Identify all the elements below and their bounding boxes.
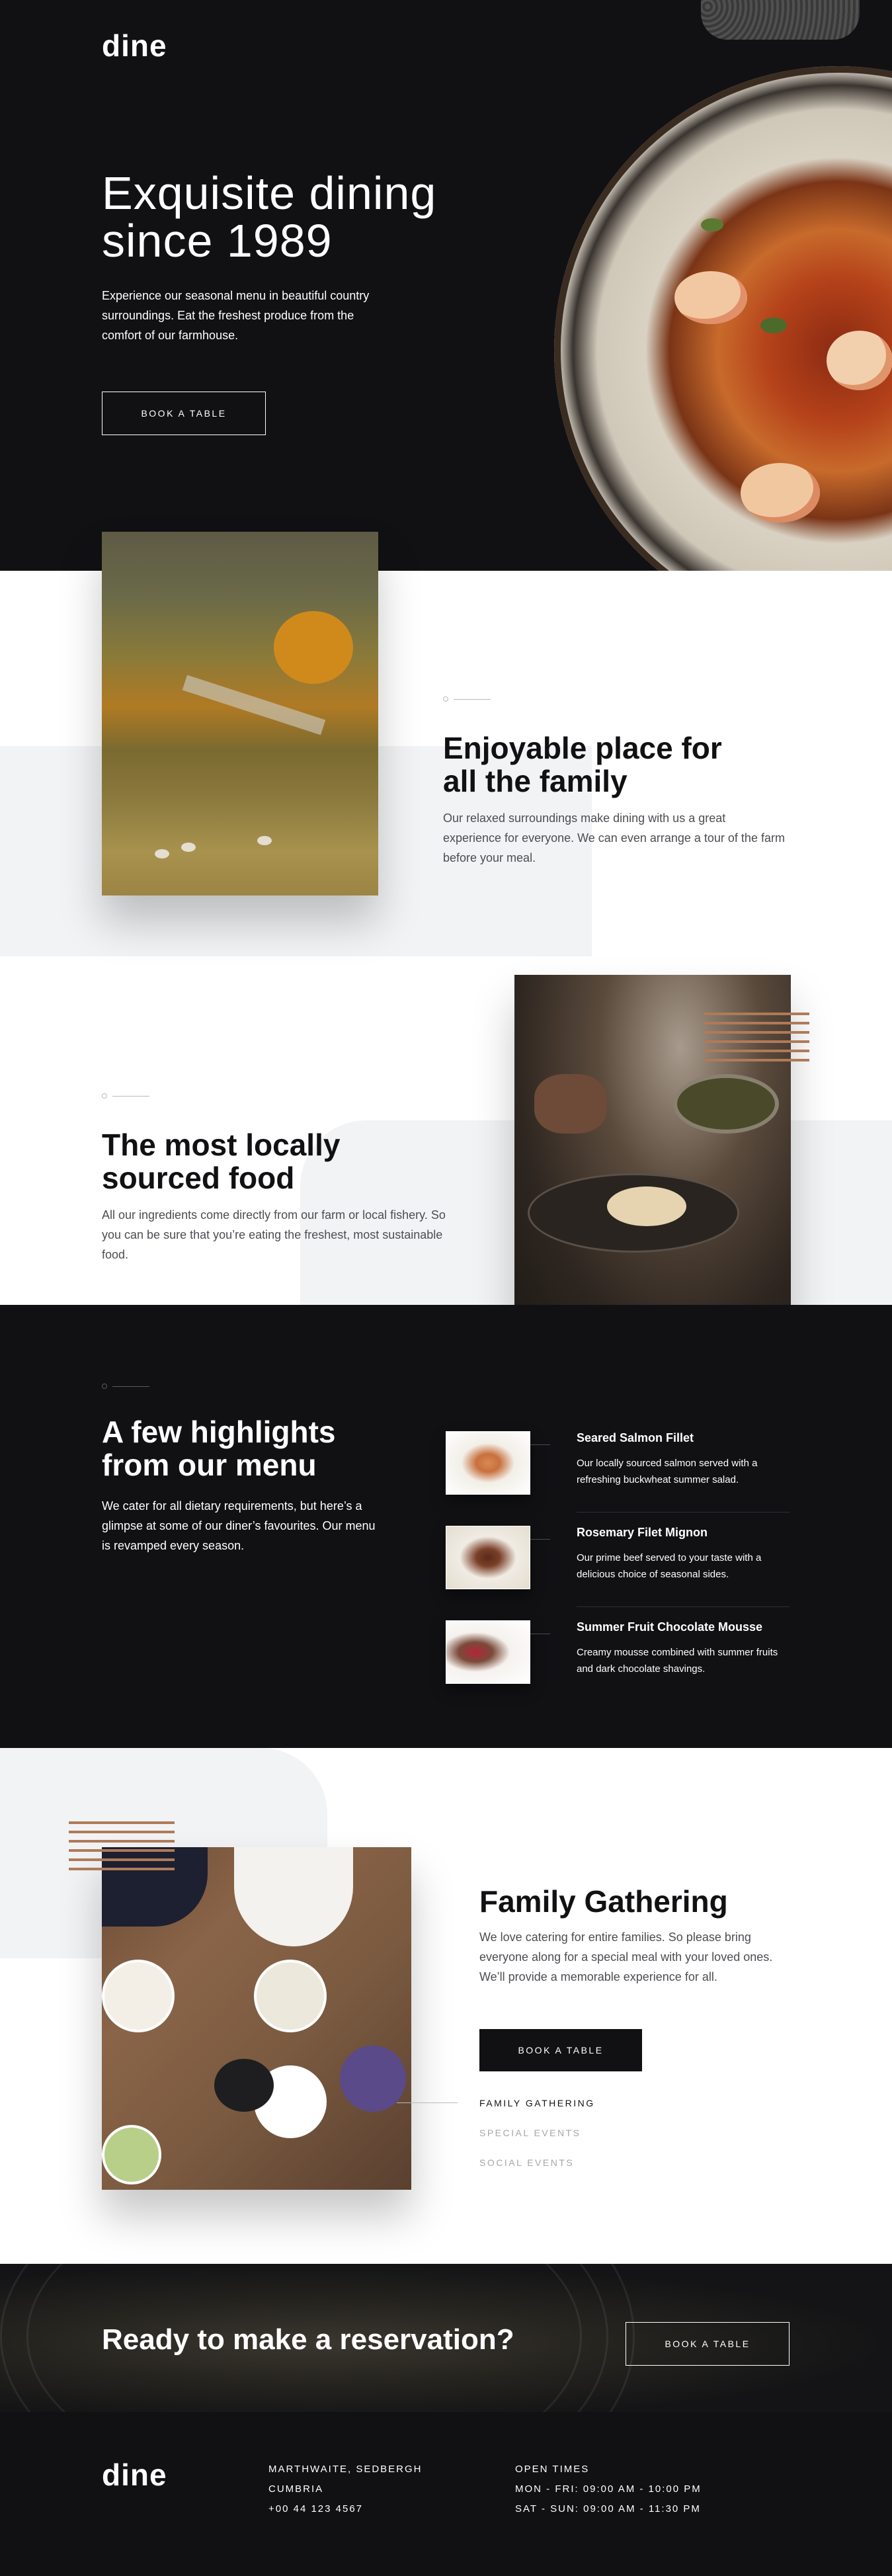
hero-description: Experience our seasonal menu in beautifu… [102,289,370,342]
salmon-thumbnail [446,1431,530,1495]
tab-special-events[interactable]: SPECIAL EVENTS [479,2128,581,2138]
footer-logo[interactable]: dine [102,2457,167,2493]
menu-item-description: Our prime beef served to your taste with… [577,1552,762,1580]
active-tab-indicator [397,2102,458,2103]
hero-title: Exquisite dining since 1989 [102,167,437,267]
decorative-line [112,1386,149,1387]
logo[interactable]: dine [102,28,167,63]
reservation-title: Ready to make a reservation? [102,2323,514,2356]
hero-section: dine Exquisite dining since 1989 Experie… [0,0,892,571]
menu-item[interactable]: Seared Salmon Fillet Our locally sourced… [446,1431,790,1517]
events-book-table-button[interactable]: BOOK A TABLE [479,2029,642,2071]
feature-title-local-food: The most locally sourced food [102,1128,341,1195]
menu-item-divider [577,1512,790,1513]
sheep [155,849,169,858]
shrimp-image [674,271,747,324]
stream [182,675,326,735]
decorative-dot [443,696,448,702]
dish-food [607,1186,686,1226]
events-title: Family Gathering [479,1884,728,1919]
menu-item-divider [577,1606,790,1607]
footer-hours: OPEN TIMES MON - FRI: 09:00 AM - 10:00 P… [515,2460,702,2519]
plate [102,1960,175,2032]
events-description: We love catering for entire families. So… [479,1931,773,1983]
feature-title-family: Enjoyable place for all the family [443,731,722,798]
decorative-line [454,699,491,700]
filet-mignon-thumbnail [446,1526,530,1589]
feature-description-family: Our relaxed surroundings make dining wit… [443,811,785,864]
decorative-dot [102,1093,107,1099]
decorative-stripes [69,1821,175,1872]
hero-book-table-button[interactable]: BOOK A TABLE [102,392,266,435]
decorative-line [112,1096,149,1097]
chef-hand [534,1074,607,1134]
farm-landscape-image [102,532,378,895]
phone-number[interactable]: +00 44 123 4567 [268,2499,423,2519]
shrimp-image [827,331,892,390]
highlights-title: A few highlights from our menu [102,1415,336,1482]
salad-bowl [102,2125,161,2184]
honeycomb-pattern [701,0,860,40]
menu-item-name: Seared Salmon Fillet [577,1431,694,1444]
tab-family-gathering[interactable]: FAMILY GATHERING [479,2098,595,2108]
menu-item-name: Rosemary Filet Mignon [577,1526,708,1539]
shrimp-image [741,463,820,522]
decorative-stripes [704,1013,809,1063]
menu-item-description: Creamy mousse combined with summer fruit… [577,1647,778,1675]
menu-item-description: Our locally sourced salmon served with a… [577,1458,758,1485]
hours-heading: OPEN TIMES [515,2464,590,2475]
footer [0,2412,892,2576]
sauce-bowl [673,1074,779,1134]
highlights-description: We cater for all dietary requirements, b… [102,1499,376,1552]
sheep [181,843,196,852]
reservation-book-table-button[interactable]: BOOK A TABLE [626,2322,790,2366]
autumn-tree [274,611,353,684]
family-dinner-image [102,1847,411,2190]
flowers [340,2046,406,2112]
decorative-dot [102,1384,107,1389]
herb-garnish [701,218,723,231]
tomato-bowl [214,2059,274,2112]
menu-item-name: Summer Fruit Chocolate Mousse [577,1620,763,1634]
address-line: CUMBRIA [268,2483,324,2495]
menu-item-connector [530,1539,550,1540]
plate [254,1960,327,2032]
chocolate-mousse-thumbnail [446,1620,530,1684]
feature-description-local-food: All our ingredients come directly from o… [102,1208,446,1261]
herb-garnish [760,317,787,333]
tab-social-events[interactable]: SOCIAL EVENTS [479,2157,574,2168]
page: dine Exquisite dining since 1989 Experie… [0,0,892,2576]
footer-address: MARTHWAITE, SEDBERGH CUMBRIA +00 44 123 … [268,2460,423,2519]
address-line: MARTHWAITE, SEDBERGH [268,2464,423,2475]
menu-item[interactable]: Summer Fruit Chocolate Mousse Creamy mou… [446,1620,790,1706]
person [234,1847,353,1946]
hours-weekday: MON - FRI: 09:00 AM - 10:00 PM [515,2483,702,2495]
sheep [257,836,272,845]
menu-item-connector [530,1444,550,1445]
hours-weekend: SAT - SUN: 09:00 AM - 11:30 PM [515,2503,701,2514]
menu-item[interactable]: Rosemary Filet Mignon Our prime beef ser… [446,1526,790,1612]
